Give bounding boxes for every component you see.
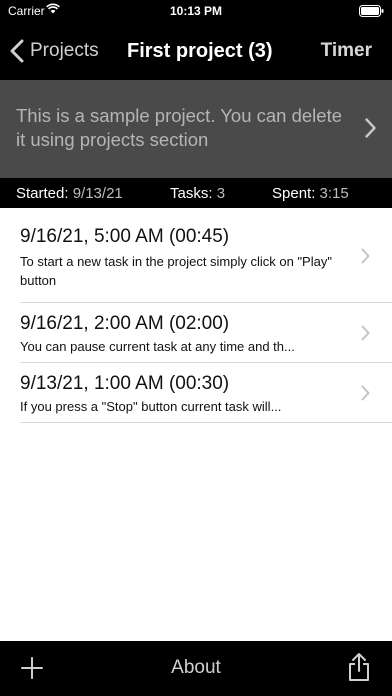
about-button[interactable]: About — [0, 657, 392, 679]
task-title: 9/16/21, 2:00 AM (02:00) — [20, 313, 230, 334]
task-title: 9/13/21, 1:00 AM (00:30) — [20, 373, 230, 394]
tasks-value: 3 — [216, 185, 226, 202]
back-button-label: Projects — [30, 40, 99, 61]
chevron-right-icon — [361, 325, 370, 346]
project-stats-bar: Started: 9/13/21 Tasks: 3 Spent: 3:15 — [0, 178, 392, 208]
share-icon[interactable] — [348, 652, 370, 687]
spent-stat: Spent: 3:15 — [272, 185, 349, 202]
row-separator — [20, 422, 392, 423]
task-row[interactable]: 9/16/21, 2:00 AM (02:00) You can pause c… — [0, 303, 392, 363]
chevron-right-icon — [361, 385, 370, 406]
spent-label: Spent: — [272, 185, 316, 202]
tasks-label: Tasks: — [170, 185, 213, 202]
task-subtitle: You can pause current task at any time a… — [20, 339, 295, 354]
page-title: First project (3) — [127, 40, 273, 62]
project-description-text: This is a sample project. You can delete… — [16, 105, 342, 150]
project-description-row[interactable]: This is a sample project. You can delete… — [0, 80, 392, 178]
task-subtitle: To start a new task in the project simpl… — [20, 254, 332, 288]
task-row[interactable]: 9/13/21, 1:00 AM (00:30) If you press a … — [0, 363, 392, 423]
status-bar: Carrier 10:13 PM — [0, 0, 392, 22]
bottom-toolbar: About — [0, 641, 392, 696]
timer-button[interactable]: Timer — [321, 40, 372, 62]
started-stat: Started: 9/13/21 — [16, 185, 123, 202]
task-title: 9/16/21, 5:00 AM (00:45) — [20, 226, 230, 247]
chevron-right-icon — [361, 248, 370, 269]
tasks-stat: Tasks: 3 — [170, 185, 225, 202]
status-time: 10:13 PM — [169, 4, 223, 18]
task-subtitle: If you press a "Stop" button current tas… — [20, 399, 282, 414]
chevron-right-icon — [365, 118, 376, 143]
task-list: 9/16/21, 5:00 AM (00:45) To start a new … — [0, 208, 392, 423]
navigation-bar: Projects First project (3) Timer — [0, 22, 392, 80]
started-label: Started: — [16, 185, 69, 202]
back-button[interactable]: Projects — [10, 36, 99, 66]
battery-icon — [359, 5, 384, 20]
started-value: 9/13/21 — [72, 185, 123, 202]
spent-value: 3:15 — [319, 185, 349, 202]
chevron-left-icon — [10, 39, 24, 63]
task-row[interactable]: 9/16/21, 5:00 AM (00:45) To start a new … — [0, 208, 392, 303]
